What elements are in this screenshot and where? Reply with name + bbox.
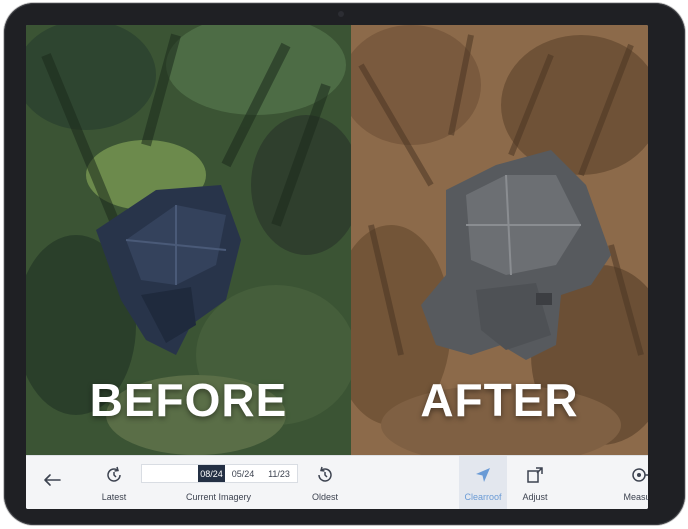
latest-label: Latest [101,492,127,502]
clearroof-label: Clearroof [464,492,502,502]
after-label: AFTER [420,374,579,426]
history-back-icon [314,464,336,486]
adjust-icon [524,464,546,486]
adjust-button[interactable]: Adjust [513,456,557,509]
after-panel: AFTER [351,25,648,455]
paper-plane-icon [472,464,494,486]
app-screen: BEFORE AFTER Latest 08/24 05/24 11/23 Cu… [26,25,648,509]
date-scrubber[interactable]: 08/24 05/24 11/23 [141,464,298,483]
imagery-timeline: 08/24 05/24 11/23 Current Imagery [141,456,301,509]
before-panel: BEFORE [26,25,351,455]
tape-measure-icon [630,464,648,486]
imagery-comparison: BEFORE AFTER [26,25,648,455]
arrow-left-icon [41,469,63,491]
clearroof-button[interactable]: Clearroof [459,456,507,509]
before-label: BEFORE [89,374,288,426]
history-forward-icon [103,464,125,486]
front-camera [338,11,344,17]
current-imagery-label: Current Imagery [185,492,252,502]
latest-button[interactable]: Latest [94,456,134,509]
date-option[interactable]: 11/23 [261,465,297,482]
tablet-frame: BEFORE AFTER Latest 08/24 05/24 11/23 Cu… [4,3,685,525]
date-option[interactable]: 05/24 [225,465,261,482]
oldest-button[interactable]: Oldest [305,456,345,509]
oldest-label: Oldest [311,492,338,502]
date-option-selected[interactable]: 08/24 [198,465,225,482]
measure-label: Measure [623,492,648,502]
adjust-label: Adjust [522,492,548,502]
back-button[interactable] [36,456,68,509]
measure-button[interactable]: Measure [618,456,648,509]
bottom-toolbar: Latest 08/24 05/24 11/23 Current Imagery [26,455,648,509]
